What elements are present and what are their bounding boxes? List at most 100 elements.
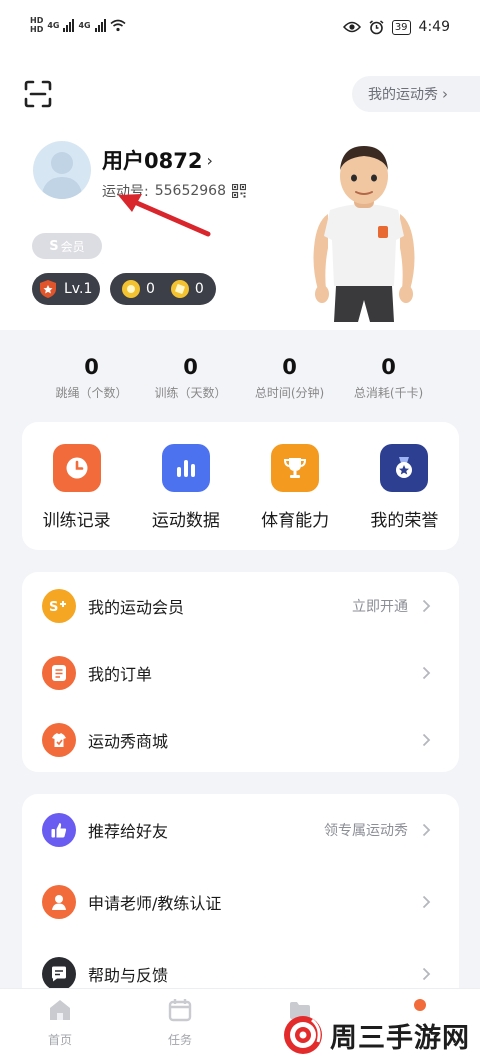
my-sports-show-label: 我的运动秀	[368, 87, 438, 103]
quick-action-label: 运动数据	[151, 511, 220, 531]
order-icon	[42, 655, 76, 690]
site-watermark: 周三手游网	[282, 1012, 478, 1058]
shop-icon	[42, 722, 76, 757]
menu-item-recommend-friends[interactable]: 推荐给好友 领专属运动秀	[22, 794, 459, 866]
coach-icon	[42, 885, 76, 919]
quick-action-training-records[interactable]: 训练记录	[22, 422, 131, 550]
thumbs-up-icon	[42, 813, 76, 847]
signal-label-1: 4G	[47, 20, 60, 30]
chevron-right-icon	[422, 823, 431, 837]
quick-action-sports-data[interactable]: 运动数据	[131, 422, 240, 550]
menu-item-label: 运动秀商城	[88, 731, 169, 751]
stats-row: 0 跳绳（个数） 0 训练（天数） 0 总时间(分钟) 0 总消耗(千卡)	[42, 354, 438, 404]
menu-item-label: 帮助与反馈	[88, 966, 169, 985]
menu-item-coach-certification[interactable]: 申请老师/教练认证	[22, 866, 459, 938]
clock-icon	[52, 444, 101, 492]
stat-training-days[interactable]: 0 训练（天数）	[141, 354, 240, 404]
stat-jump-rope[interactable]: 0 跳绳（个数）	[42, 354, 141, 404]
signal-bars-icon	[94, 18, 106, 32]
clock-time: 4:49	[418, 19, 450, 35]
calendar-icon	[168, 999, 192, 1022]
quick-action-sports-ability[interactable]: 体育能力	[241, 422, 350, 550]
signal-label-2: 4G	[78, 20, 91, 30]
status-bar-right: 39 4:49	[342, 19, 450, 35]
watermark-text: 周三手游网	[330, 1022, 470, 1054]
member-s-icon: S	[49, 238, 59, 254]
quick-actions-card: 训练记录 运动数据 体育能力 我的荣誉	[22, 422, 459, 550]
chevron-right-icon	[422, 733, 431, 746]
stat-value: 0	[183, 355, 198, 379]
stat-label: 总时间(分钟)	[254, 386, 325, 400]
annotation-arrow-icon	[118, 194, 211, 237]
vip-icon: S	[42, 588, 76, 623]
menu-item-label: 申请老师/教练认证	[88, 894, 222, 913]
tab-label: 任务	[167, 1033, 192, 1047]
chevron-right-icon	[422, 599, 431, 612]
member-badge-label: 会员	[60, 239, 85, 254]
menu-item-right: 立即开通	[352, 596, 431, 616]
gold-coin-icon	[122, 280, 140, 298]
menu-item-label: 我的订单	[88, 664, 153, 684]
menu-item-right	[422, 967, 431, 981]
trophy-icon	[271, 444, 320, 492]
chat-icon	[42, 957, 76, 991]
tab-label: 首页	[47, 1033, 72, 1047]
username-text: 用户0872	[102, 149, 203, 173]
quick-action-label: 体育能力	[261, 511, 330, 531]
menu-item-label: 我的运动会员	[88, 597, 185, 617]
status-bar-network: HD HD 4G 4G	[30, 16, 126, 34]
sports-show-character[interactable]	[300, 140, 428, 328]
watermark-logo-icon	[284, 1016, 322, 1054]
eye-icon	[342, 21, 361, 33]
menu-item-right	[422, 733, 431, 747]
coins-badge[interactable]: 0 0	[110, 273, 216, 305]
menu-item-right	[422, 895, 431, 909]
quick-action-label: 训练记录	[42, 511, 111, 531]
stat-value: 0	[282, 355, 297, 379]
chevron-right-icon	[422, 967, 431, 981]
status-bar: HD HD 4G 4G 39 4:49	[0, 0, 480, 60]
avatar[interactable]	[33, 141, 91, 199]
svg-text:S: S	[49, 600, 58, 613]
stat-total-time[interactable]: 0 总时间(分钟)	[240, 354, 339, 404]
default-avatar-icon	[41, 152, 83, 199]
battery-indicator: 39	[391, 19, 411, 35]
home-icon	[50, 1000, 70, 1020]
alarm-icon	[369, 19, 384, 34]
quick-action-label: 我的荣誉	[370, 511, 439, 531]
level-badge[interactable]: Lv.1	[32, 273, 100, 305]
menu-item-my-orders[interactable]: 我的订单	[22, 639, 459, 706]
energy-coin-icon	[170, 280, 189, 298]
coins-2-value: 0	[194, 281, 204, 297]
bar-chart-icon	[161, 444, 210, 492]
stat-value: 0	[381, 355, 396, 379]
menu-item-right: 领专属运动秀	[324, 820, 431, 840]
menu-item-sports-membership[interactable]: S 我的运动会员 立即开通	[22, 572, 459, 639]
tab-home[interactable]: 首页	[30, 997, 90, 1048]
coins-1-value: 0	[146, 281, 155, 297]
qr-code-icon[interactable]	[231, 184, 246, 198]
member-badge[interactable]: S 会员	[32, 233, 102, 259]
chevron-right-icon	[422, 666, 431, 679]
shield-icon	[40, 280, 56, 298]
signal-bars-icon	[63, 18, 75, 32]
menu-item-hint: 领专属运动秀	[324, 823, 408, 839]
chevron-right-icon	[422, 895, 431, 909]
chevron-right-icon: ›	[442, 85, 448, 103]
tab-tasks[interactable]: 任务	[150, 997, 210, 1048]
stat-label: 跳绳（个数）	[55, 386, 128, 400]
menu-card-account: S 我的运动会员 立即开通 我的订单 运动秀商城	[22, 572, 459, 772]
menu-item-right	[422, 666, 431, 680]
my-sports-show-button[interactable]: 我的运动秀 ›	[352, 76, 480, 112]
wifi-icon	[110, 19, 126, 31]
scan-icon[interactable]	[24, 80, 52, 108]
menu-item-hint: 立即开通	[352, 598, 408, 615]
quick-action-my-honors[interactable]: 我的荣誉	[350, 422, 459, 550]
username[interactable]: 用户0872 ›	[102, 145, 213, 175]
menu-item-show-mall[interactable]: 运动秀商城	[22, 706, 459, 773]
menu-item-label: 推荐给好友	[88, 822, 169, 841]
stat-total-calories[interactable]: 0 总消耗(千卡)	[339, 354, 438, 404]
chevron-right-icon: ›	[206, 150, 213, 170]
stat-label: 总消耗(千卡)	[353, 386, 424, 400]
level-text: Lv.1	[64, 281, 93, 297]
